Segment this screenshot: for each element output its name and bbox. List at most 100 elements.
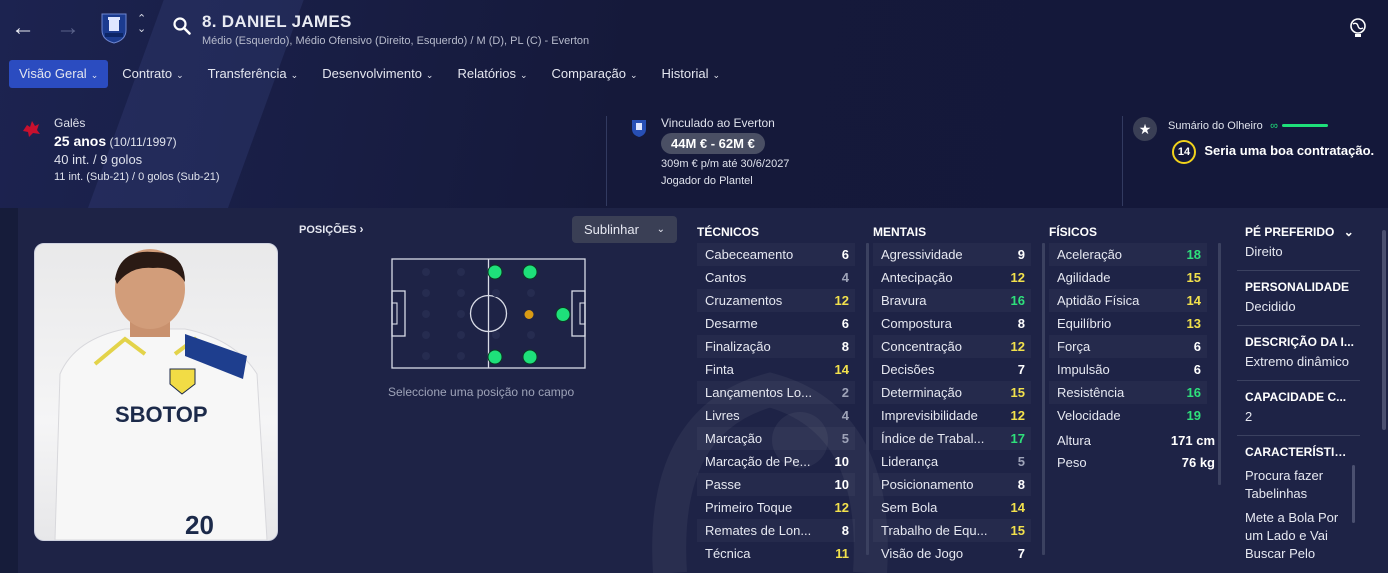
attribute-row[interactable]: Imprevisibilidade 12 [873, 404, 1031, 427]
u21-caps: 11 int. (Sub-21) / 0 golos (Sub-21) [54, 171, 220, 183]
positions-pitch[interactable] [391, 258, 587, 370]
attribute-name: Imprevisibilidade [881, 408, 978, 423]
attribute-row[interactable]: Concentração 12 [873, 335, 1031, 358]
player-switch-icon[interactable]: ⌃ ⌄ [137, 14, 146, 35]
attribute-value: 14 [1010, 500, 1025, 515]
everton-crest-icon[interactable] [99, 12, 129, 44]
attribute-name: Liderança [881, 454, 939, 469]
attribute-name: Primeiro Toque [705, 500, 793, 515]
search-icon[interactable] [172, 16, 192, 36]
attribute-name: Resistência [1057, 385, 1125, 400]
mental-attributes: Agressividade 9 Antecipação 12 Bravura 16 Comp… [873, 243, 1031, 565]
attribute-row[interactable]: Cantos 4 [697, 266, 855, 289]
nationality: Galês [54, 116, 86, 130]
globe-icon[interactable] [1349, 18, 1367, 38]
attribute-row[interactable]: Liderança 5 [873, 450, 1031, 473]
attribute-row[interactable]: Trabalho de Equ... 15 [873, 519, 1031, 542]
position-dot-amc[interactable] [524, 310, 534, 319]
club-crest-icon [632, 120, 646, 137]
attribute-value: 5 [1017, 454, 1025, 469]
tab-comparacao[interactable]: Comparação ⌄ [542, 60, 648, 88]
height-label: Altura [1057, 433, 1091, 448]
attribute-row[interactable]: Livres 4 [697, 404, 855, 427]
position-dot-amr[interactable] [522, 349, 538, 365]
star-icon[interactable]: ★ [1133, 117, 1157, 141]
attribute-value: 17 [1010, 431, 1025, 446]
preferred-foot-value: Direito [1245, 244, 1283, 259]
attribute-row[interactable]: Cabeceamento 6 [697, 243, 855, 266]
tab-relatorios[interactable]: Relatórios ⌄ [447, 60, 537, 88]
traits-scrollbar[interactable] [1352, 465, 1355, 523]
attribute-row[interactable]: Impulsão 6 [1049, 358, 1207, 381]
attribute-name: Equilíbrio [1057, 316, 1112, 331]
attribute-name: Cruzamentos [705, 293, 783, 308]
position-dot-aml[interactable] [522, 264, 538, 280]
attribute-row[interactable]: Finta 14 [697, 358, 855, 381]
tab-transferencia[interactable]: Transferência ⌄ [198, 60, 309, 88]
attribute-row[interactable]: Aptidão Física 14 [1049, 289, 1207, 312]
position-dot-ml[interactable] [487, 264, 503, 280]
attribute-row[interactable]: Primeiro Toque 12 [697, 496, 855, 519]
attribute-value: 9 [1017, 247, 1025, 262]
attribute-row[interactable]: Finalização 8 [697, 335, 855, 358]
attribute-row[interactable]: Equilíbrio 13 [1049, 312, 1207, 335]
attribute-row[interactable]: Marcação de Pe... 10 [697, 450, 855, 473]
tab-visao-geral[interactable]: Visão Geral ⌄ [9, 60, 109, 88]
attribute-value: 6 [1193, 339, 1201, 354]
shirt-number: 20 [185, 510, 214, 540]
transfer-value[interactable]: 44M € - 62M € [661, 133, 765, 154]
trait-item: Mete a Bola Por um Lado e Vai Buscar Pel… [1245, 510, 1339, 561]
attribute-row[interactable]: Decisões 7 [873, 358, 1031, 381]
attribute-value: 7 [1017, 362, 1025, 377]
attribute-row[interactable]: Visão de Jogo 7 [873, 542, 1031, 565]
forward-arrow-icon[interactable]: → [54, 14, 82, 42]
attribute-row[interactable]: Bravura 16 [873, 289, 1031, 312]
preferred-foot-title: PÉ PREFERIDO [1245, 225, 1335, 239]
attribute-row[interactable]: Velocidade 19 [1049, 404, 1207, 427]
position-dot-mr[interactable] [487, 349, 503, 365]
attribute-row[interactable]: Agilidade 15 [1049, 266, 1207, 289]
attribute-row[interactable]: Índice de Trabal... 17 [873, 427, 1031, 450]
attribute-row[interactable]: Passe 10 [697, 473, 855, 496]
club-line: Vinculado ao Everton [661, 116, 775, 130]
attribute-row[interactable]: Determinação 15 [873, 381, 1031, 404]
attribute-row[interactable]: Remates de Lon... 8 [697, 519, 855, 542]
wage: 309m € p/m até 30/6/2027 [661, 158, 790, 170]
attribute-value: 15 [1186, 270, 1201, 285]
attribute-row[interactable]: Posicionamento 8 [873, 473, 1031, 496]
attribute-row[interactable]: Desarme 6 [697, 312, 855, 335]
position-dot-st[interactable] [555, 307, 571, 322]
attribute-row[interactable]: Aceleração 18 [1049, 243, 1207, 266]
attribute-value: 7 [1017, 546, 1025, 561]
attribute-row[interactable]: Sem Bola 14 [873, 496, 1031, 519]
attribute-row[interactable]: Resistência 16 [1049, 381, 1207, 404]
attribute-row[interactable]: Compostura 8 [873, 312, 1031, 335]
attribute-name: Bravura [881, 293, 927, 308]
back-arrow-icon[interactable]: ← [9, 14, 37, 42]
contract-info: Vinculado ao Everton 44M € - 62M € 309m … [661, 116, 789, 187]
attribute-value: 4 [841, 408, 849, 423]
attribute-value: 8 [1017, 477, 1025, 492]
panel-scrollbar[interactable] [1382, 230, 1386, 430]
attribute-value: 19 [1186, 408, 1201, 423]
attribute-row[interactable]: Lançamentos Lo... 2 [697, 381, 855, 404]
chevron-down-icon[interactable]: ⌄ [1344, 225, 1354, 239]
attribute-name: Cabeceamento [705, 247, 794, 262]
birth-date: (10/11/1997) [109, 135, 177, 149]
attribute-row[interactable]: Técnica 11 [697, 542, 855, 565]
attribute-row[interactable]: Força 6 [1049, 335, 1207, 358]
attribute-name: Determinação [881, 385, 962, 400]
tab-desenvolvimento[interactable]: Desenvolvimento ⌄ [312, 60, 443, 88]
attribute-row[interactable]: Antecipação 12 [873, 266, 1031, 289]
attribute-name: Marcação [705, 431, 763, 446]
player-photo-illustration: SBOTOP 20 [54, 249, 268, 540]
squad-status: Jogador do Plantel [661, 175, 753, 187]
attribute-row[interactable]: Marcação 5 [697, 427, 855, 450]
positions-title[interactable]: POSIÇÕES › [299, 222, 364, 236]
attribute-row[interactable]: Cruzamentos 12 [697, 289, 855, 312]
attribute-row[interactable]: Agressividade 9 [873, 243, 1031, 266]
attribute-name: Cantos [705, 270, 747, 285]
highlight-dropdown[interactable]: Sublinhar ⌄ [572, 216, 677, 243]
tab-contrato[interactable]: Contrato ⌄ [112, 60, 193, 88]
tab-historial[interactable]: Historial ⌄ [652, 60, 731, 88]
